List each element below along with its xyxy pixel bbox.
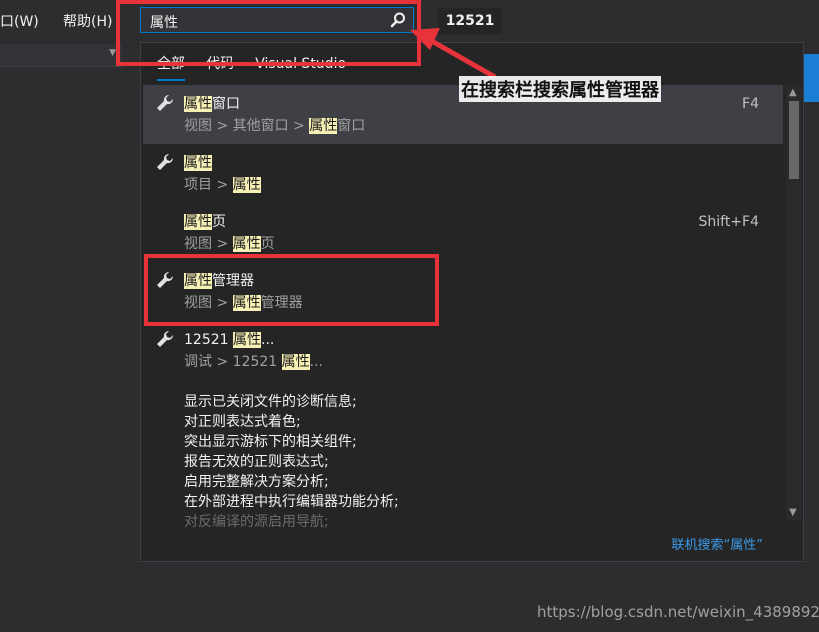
- watermark: https://blog.csdn.net/weixin_43898924: [537, 603, 819, 621]
- wrench-icon: [157, 94, 174, 111]
- result-title: 属性: [184, 155, 212, 171]
- result-title: 属性窗口: [184, 96, 240, 112]
- scroll-up-icon[interactable]: ▲: [789, 87, 797, 98]
- menu-item-help[interactable]: 帮助(H): [63, 11, 112, 31]
- side-accent-strip: [804, 54, 819, 102]
- scroll-thumb[interactable]: [789, 101, 799, 179]
- wrench-icon: [157, 153, 174, 170]
- annotation-label: 在搜索栏搜索属性管理器: [459, 76, 661, 102]
- description-line: 突出显示游标下的相关组件;: [184, 434, 357, 450]
- description-line: 启用完整解决方案分析;: [184, 474, 329, 490]
- description-line: 对反编译的源启用导航;: [184, 514, 329, 530]
- description-line: 在外部进程中执行编辑器功能分析;: [184, 494, 399, 510]
- chevron-down-icon: ▼: [109, 48, 116, 58]
- result-debug-properties[interactable]: 12521 属性... 调试 > 12521 属性...: [143, 321, 783, 380]
- toolbar-dropdown[interactable]: ▼: [0, 44, 122, 67]
- result-path: 视图 > 属性页: [184, 236, 275, 252]
- result-path: 视图 > 其他窗口 > 属性窗口: [184, 118, 366, 134]
- result-shortcut: F4: [742, 96, 759, 112]
- result-description[interactable]: 显示已关闭文件的诊断信息; 对正则表达式着色; 突出显示游标下的相关组件; 报告…: [184, 392, 399, 532]
- description-line: 报告无效的正则表达式;: [184, 454, 329, 470]
- results-scrollbar[interactable]: ▲ ▼: [786, 85, 802, 520]
- annotation-box-result: [144, 254, 439, 326]
- result-path: 调试 > 12521 属性...: [184, 354, 323, 370]
- menu-item-window[interactable]: 口(W): [0, 11, 39, 31]
- result-shortcut: Shift+F4: [698, 214, 759, 230]
- description-line: 对正则表达式着色;: [184, 414, 301, 430]
- result-title: 12521 属性...: [184, 332, 275, 348]
- result-title: 属性页: [184, 214, 226, 230]
- online-search-link[interactable]: 联机搜索“属性”: [672, 534, 763, 553]
- description-line: 显示已关闭文件的诊断信息;: [184, 394, 357, 410]
- results-list: 属性窗口 视图 > 其他窗口 > 属性窗口 F4 属性 项目 > 属性 属性页 …: [143, 85, 783, 380]
- annotation-arrow-icon: [410, 28, 497, 80]
- result-path: 项目 > 属性: [184, 177, 261, 193]
- wrench-icon: [157, 330, 174, 347]
- annotation-box-search: [116, 0, 421, 66]
- scroll-down-icon[interactable]: ▼: [789, 507, 797, 518]
- result-project-properties[interactable]: 属性 项目 > 属性: [143, 144, 783, 203]
